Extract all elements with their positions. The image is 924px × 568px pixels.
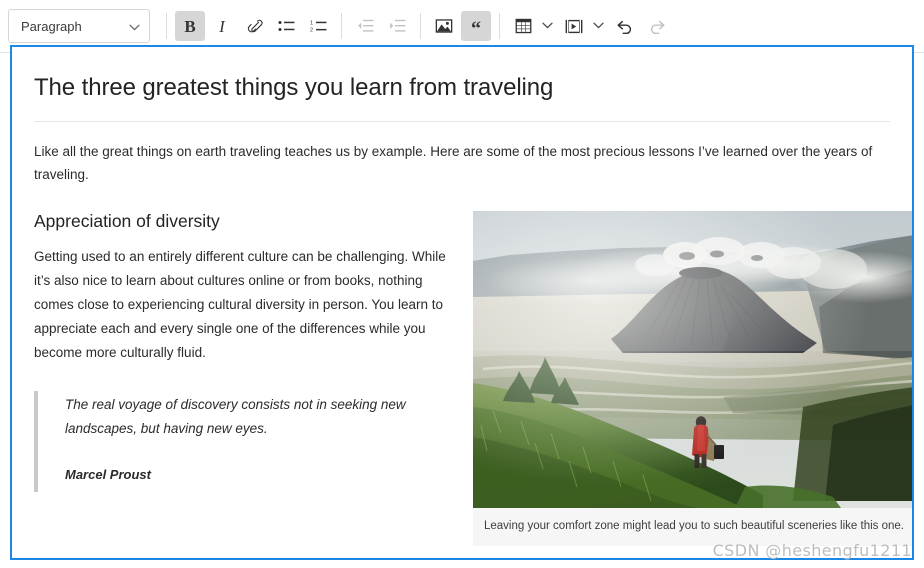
toolbar-divider bbox=[166, 13, 167, 39]
numbered-list-button[interactable]: 1 2 bbox=[303, 11, 333, 41]
insert-table-button[interactable] bbox=[508, 11, 538, 41]
toolbar-divider bbox=[499, 13, 500, 39]
content-columns: Appreciation of diversity Getting used t… bbox=[34, 211, 890, 546]
volcano-landscape-photo[interactable] bbox=[473, 211, 914, 508]
editor-window: Paragraph B I bbox=[0, 0, 924, 568]
link-icon bbox=[246, 18, 263, 35]
indent-button[interactable] bbox=[382, 11, 412, 41]
format-paragraph-select[interactable]: Paragraph bbox=[8, 9, 150, 43]
text-column: Appreciation of diversity Getting used t… bbox=[34, 211, 464, 491]
table-options-caret[interactable] bbox=[539, 11, 556, 41]
media-options-caret[interactable] bbox=[590, 11, 607, 41]
italic-button[interactable]: I bbox=[207, 11, 237, 41]
undo-icon bbox=[616, 19, 634, 34]
toolbar-divider bbox=[341, 13, 342, 39]
bold-icon: B bbox=[184, 18, 195, 35]
toolbar-divider bbox=[420, 13, 421, 39]
blockquote[interactable]: The real voyage of discovery consists no… bbox=[34, 391, 454, 492]
bulleted-list-button[interactable] bbox=[271, 11, 301, 41]
redo-button[interactable] bbox=[642, 11, 672, 41]
blockquote-author: Marcel Proust bbox=[65, 467, 454, 482]
bold-button[interactable]: B bbox=[175, 11, 205, 41]
chevron-down-icon bbox=[593, 20, 604, 32]
blockquote-text: The real voyage of discovery consists no… bbox=[65, 393, 454, 441]
watermark-label: CSDN @heshengfu1211 bbox=[713, 541, 912, 560]
section-heading: Appreciation of diversity bbox=[34, 211, 454, 232]
blockquote-icon: “ bbox=[471, 19, 481, 39]
format-select-value: Paragraph bbox=[21, 19, 82, 34]
redo-icon bbox=[648, 19, 666, 34]
undo-button[interactable] bbox=[610, 11, 640, 41]
media-icon bbox=[565, 19, 583, 34]
insert-media-button[interactable] bbox=[559, 11, 589, 41]
outdent-button[interactable] bbox=[350, 11, 380, 41]
link-button[interactable] bbox=[239, 11, 269, 41]
figure-column: Leaving your comfort zone might lead you… bbox=[473, 211, 914, 546]
figure[interactable]: Leaving your comfort zone might lead you… bbox=[473, 211, 914, 546]
page-title: The three greatest things you learn from… bbox=[34, 73, 890, 103]
numbered-list-icon: 1 2 bbox=[310, 19, 327, 34]
rich-text-editor-body[interactable]: The three greatest things you learn from… bbox=[10, 45, 914, 560]
lede-paragraph: Like all the great things on earth trave… bbox=[34, 140, 890, 186]
chevron-down-icon bbox=[542, 20, 553, 32]
image-icon bbox=[435, 18, 453, 34]
section-body: Getting used to an entirely different cu… bbox=[34, 245, 454, 364]
table-icon bbox=[515, 18, 532, 34]
photo-artwork bbox=[473, 211, 914, 508]
insert-image-button[interactable] bbox=[429, 11, 459, 41]
document-content[interactable]: The three greatest things you learn from… bbox=[12, 47, 912, 546]
svg-text:1: 1 bbox=[310, 20, 313, 26]
blockquote-button[interactable]: “ bbox=[461, 11, 491, 41]
outdent-icon bbox=[357, 19, 374, 33]
italic-icon: I bbox=[219, 18, 225, 35]
chevron-down-icon bbox=[129, 19, 140, 34]
title-divider bbox=[34, 121, 890, 122]
indent-icon bbox=[389, 19, 406, 33]
svg-text:2: 2 bbox=[310, 27, 313, 33]
bulleted-list-icon bbox=[278, 19, 295, 34]
